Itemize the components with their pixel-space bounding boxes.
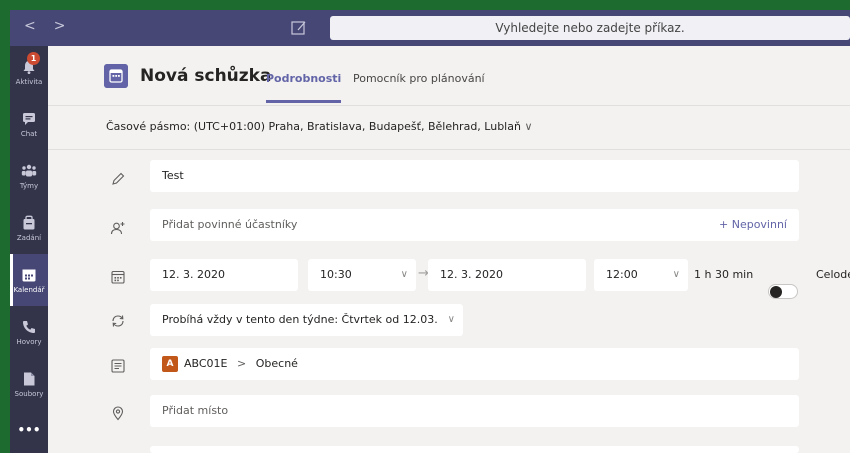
app-rail: 1 Aktivita Chat Týmy Zadání Kalendář Hov… (10, 46, 48, 453)
page-title: Nová schůzka (140, 66, 272, 86)
duration-label: 1 h 30 min (694, 268, 754, 281)
meeting-calendar-icon (104, 64, 128, 88)
toggle-knob (770, 286, 782, 298)
start-time-select[interactable]: 10:30 ∨ (308, 259, 416, 291)
location-input[interactable]: Přidat místo (150, 395, 799, 427)
rail-item-chat[interactable]: Chat (10, 98, 48, 150)
add-person-icon (110, 222, 125, 235)
tab-scheduling-assistant[interactable]: Pomocník pro plánování (353, 72, 485, 85)
calendar-icon (22, 269, 36, 281)
channel-select[interactable]: A ABC01E > Obecné (150, 348, 799, 380)
chevron-down-icon: ∨ (524, 120, 533, 133)
location-pin-icon (112, 406, 124, 421)
title-input[interactable]: Test (150, 160, 799, 192)
rail-item-files[interactable]: Soubory (10, 358, 48, 410)
timezone-label: Časové pásmo: (UTC+01:00) Praha, Bratisl… (106, 120, 533, 133)
description-editor[interactable] (150, 446, 799, 453)
assignments-icon (23, 215, 35, 229)
rail-item-teams[interactable]: Týmy (10, 150, 48, 202)
rail-label: Aktivita (15, 77, 43, 86)
recurrence-select[interactable]: Probíhá vždy v tento den týdne: Čtvrtek … (150, 304, 463, 336)
all-day-label: Celode (816, 268, 850, 281)
calendar-icon (111, 270, 125, 284)
chevron-down-icon: ∨ (672, 269, 680, 280)
pencil-icon (112, 172, 125, 185)
rail-item-calendar[interactable]: Kalendář (10, 254, 48, 306)
back-arrow-icon[interactable]: < (24, 18, 36, 34)
rail-item-assignments[interactable]: Zadání (10, 202, 48, 254)
meeting-header: Nová schůzka Podrobnosti Pomocník pro pl… (48, 46, 850, 106)
timezone-selector[interactable]: Časové pásmo: (UTC+01:00) Praha, Bratisl… (48, 106, 850, 150)
end-time-select[interactable]: 12:00 ∨ (594, 259, 688, 291)
search-input[interactable]: Vyhledejte nebo zadejte příkaz. (330, 16, 850, 40)
team-avatar: A (162, 356, 178, 372)
rail-label: Zadání (16, 233, 42, 242)
tab-details[interactable]: Podrobnosti (266, 72, 342, 103)
file-icon (24, 372, 35, 385)
more-icon: ••• (17, 423, 41, 437)
breadcrumb-separator: > (237, 357, 247, 370)
notification-badge: 1 (27, 52, 40, 65)
channel-icon (111, 359, 125, 373)
chevron-down-icon: ∨ (447, 314, 455, 325)
compose-icon[interactable] (290, 19, 308, 37)
phone-icon (23, 320, 35, 333)
chat-icon (23, 112, 35, 125)
forward-arrow-icon[interactable]: > (54, 18, 66, 34)
required-attendees-input[interactable]: Přidat povinné účastníky + Nepovinní (150, 209, 799, 241)
rail-item-more[interactable]: ••• (10, 410, 48, 450)
channel-name: Obecné (255, 357, 298, 370)
rail-label: Týmy (19, 181, 39, 190)
app-window: < > Vyhledejte nebo zadejte příkaz. 1 Ak… (10, 10, 850, 453)
rail-label: Hovory (16, 337, 42, 346)
team-name: ABC01E (184, 357, 228, 370)
teams-icon (21, 164, 37, 176)
repeat-icon (112, 315, 124, 327)
rail-item-calls[interactable]: Hovory (10, 306, 48, 358)
start-date-picker[interactable]: 12. 3. 2020 (150, 259, 298, 291)
optional-attendees-link[interactable]: + Nepovinní (719, 209, 787, 241)
rail-label: Chat (20, 129, 38, 138)
rail-label: Kalendář (13, 285, 45, 294)
end-date-picker[interactable]: 12. 3. 2020 (428, 259, 586, 291)
rail-item-activity[interactable]: 1 Aktivita (10, 46, 48, 98)
rail-label: Soubory (14, 389, 44, 398)
chevron-down-icon: ∨ (400, 269, 408, 280)
title-bar: < > Vyhledejte nebo zadejte příkaz. (10, 10, 850, 46)
